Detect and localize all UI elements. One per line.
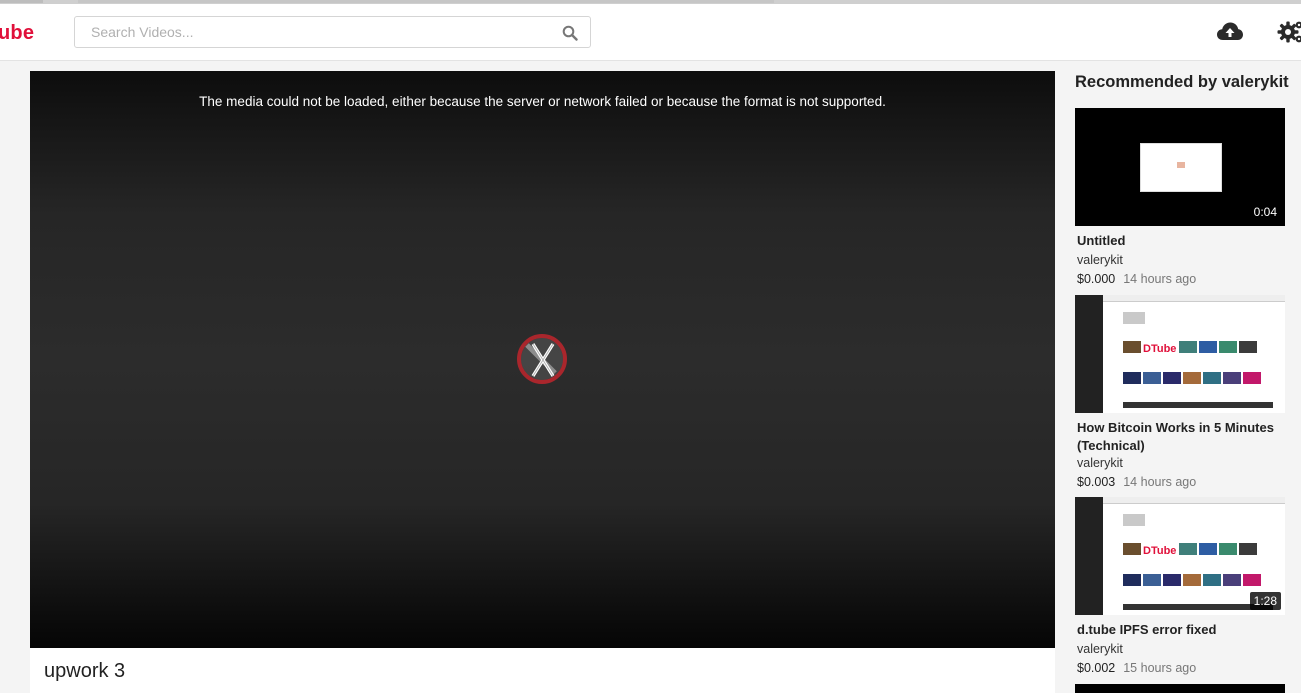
settings-gear-icon[interactable] (1277, 18, 1301, 46)
video-duration: 1:28 (1249, 592, 1281, 610)
site-logo[interactable]: ube (0, 22, 34, 45)
video-card-payout: $0.003 (1077, 475, 1116, 489)
video-card-author[interactable]: valerykit (1077, 454, 1301, 472)
video-thumbnail[interactable]: DTube (1075, 295, 1285, 413)
search-input[interactable] (89, 23, 553, 41)
video-title-bar: upwork 3 (30, 648, 1055, 693)
search-icon[interactable] (562, 25, 578, 41)
video-thumbnail[interactable]: DTube 1:28 (1075, 497, 1285, 615)
top-header: ube (0, 4, 1301, 61)
thumbnail-logo-dot (1177, 162, 1185, 168)
media-error-message: The media could not be loaded, either be… (199, 94, 886, 109)
video-thumbnail[interactable] (1075, 684, 1285, 693)
video-thumbnail[interactable]: 0:04 (1075, 108, 1285, 226)
video-card-author[interactable]: valerykit (1077, 251, 1301, 269)
video-card-payout: $0.002 (1077, 661, 1116, 675)
video-card-age: 14 hours ago (1123, 475, 1197, 489)
video-card-payout: $0.000 (1077, 272, 1116, 286)
video-card-meta: $0.003 14 hours ago (1077, 473, 1301, 491)
video-title: upwork 3 (44, 660, 126, 682)
video-card-meta: $0.000 14 hours ago (1077, 270, 1301, 288)
recommended-video-card[interactable] (1075, 684, 1301, 693)
video-card-meta: $0.002 15 hours ago (1077, 659, 1301, 677)
upload-cloud-icon[interactable] (1216, 20, 1244, 44)
recommended-video-card[interactable]: 0:04 Untitled valerykit $0.000 14 hours a… (1075, 108, 1301, 288)
thumbnail-screen-preview (1140, 143, 1222, 192)
recommended-video-card[interactable]: DTube How Bitcoin Works in 5 Minutes (Te… (1075, 295, 1301, 491)
video-player[interactable]: The media could not be loaded, either be… (30, 71, 1055, 648)
video-card-age: 14 hours ago (1123, 272, 1197, 286)
video-card-title[interactable]: d.tube IPFS error fixed (1077, 621, 1301, 639)
video-card-age: 15 hours ago (1123, 661, 1197, 675)
search-box (74, 16, 591, 48)
tab-divider (0, 0, 43, 3)
video-card-title[interactable]: Untitled (1077, 232, 1301, 250)
tab-active (78, 0, 774, 3)
video-card-title[interactable]: How Bitcoin Works in 5 Minutes (Technica… (1077, 419, 1301, 455)
media-error-icon (517, 334, 567, 384)
thumbnail-screenshot: DTube (1075, 295, 1285, 413)
video-duration: 0:04 (1249, 203, 1281, 221)
recommended-heading: Recommended by valerykit (1075, 73, 1289, 91)
video-card-author[interactable]: valerykit (1077, 640, 1301, 658)
recommended-video-card[interactable]: DTube 1:28 d.tube IPFS error fixed valer… (1075, 497, 1301, 677)
